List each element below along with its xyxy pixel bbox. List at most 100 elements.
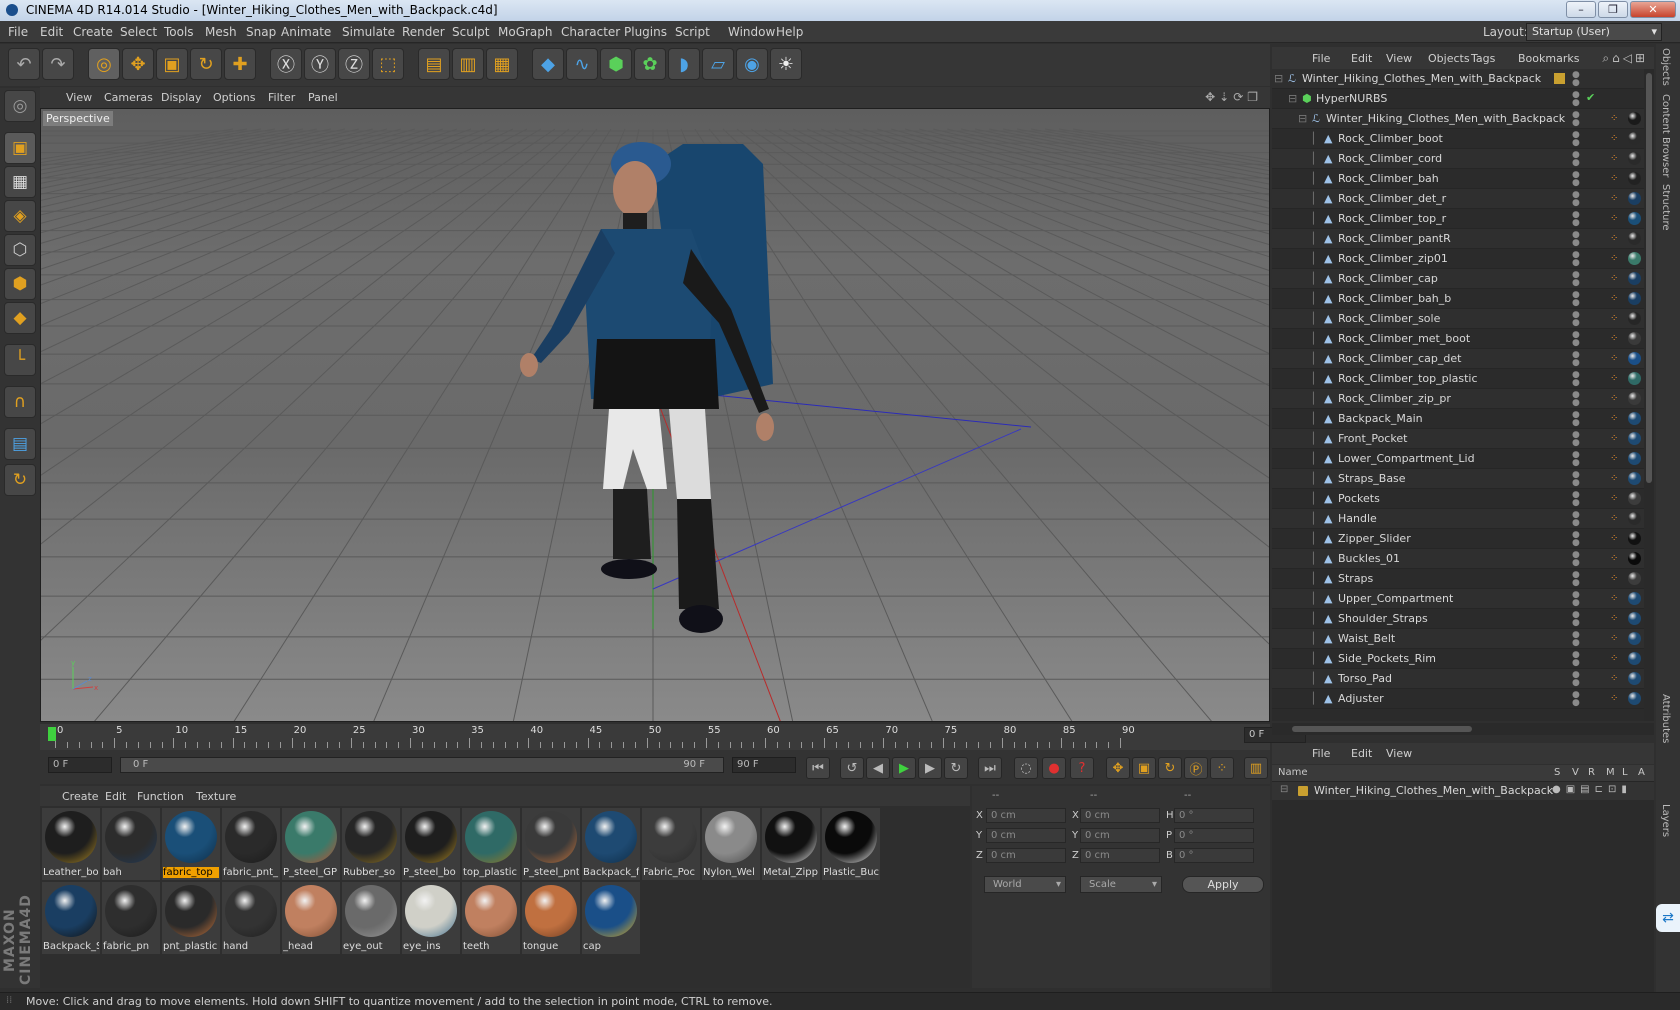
phong-tag-icon[interactable]: ⁘ [1610,433,1618,444]
menu-create[interactable]: Create [73,25,113,39]
object-row[interactable]: │ ▲ Waist_Belt ● ● ⁘ [1272,629,1644,649]
object-row[interactable]: │ ▲ Rock_Climber_pantR ● ● ⁘ [1272,229,1644,249]
material-swatch[interactable]: eye_ins [402,882,460,954]
size-field[interactable]: 0 cm [1080,808,1160,823]
visibility-dots-icon[interactable]: ● ● [1572,411,1580,428]
material-swatch[interactable]: Leather_bo [42,808,100,880]
autokey-icon[interactable]: ● [1042,757,1066,779]
array-icon[interactable]: ✿ [634,48,666,80]
visibility-dots-icon[interactable]: ● ● [1572,591,1580,608]
object-name[interactable]: Adjuster [1338,692,1384,705]
visibility-dots-icon[interactable]: ● ● [1572,251,1580,268]
snap-magnet-icon[interactable]: ∩ [4,386,36,418]
material-tag-icon[interactable] [1628,272,1641,285]
object-manager-hscrollbar[interactable] [1272,723,1654,735]
minimize-button[interactable]: – [1566,1,1596,18]
rotation-field[interactable]: 0 ° [1174,808,1254,823]
material-tag-icon[interactable] [1628,252,1641,265]
object-row[interactable]: │ ▲ Rock_Climber_bah ● ● ⁘ [1272,169,1644,189]
spline-pen-icon[interactable]: ∿ [566,48,598,80]
material-tag-icon[interactable] [1628,412,1641,425]
axis-mode-icon[interactable]: └ [4,344,36,376]
previous-frame-icon[interactable]: ◀ [866,757,890,779]
next-frame-icon[interactable]: ▶ [918,757,942,779]
redo-icon[interactable]: ↷ [42,48,74,80]
object-menu-edit[interactable]: Edit [1351,52,1372,65]
object-name[interactable]: Upper_Compartment [1338,592,1453,605]
material-menu-edit[interactable]: Edit [105,790,126,803]
texture-mode-icon[interactable]: ▦ [4,166,36,198]
object-row[interactable]: │ ▲ Rock_Climber_top_r ● ● ⁘ [1272,209,1644,229]
object-row[interactable]: │ ▲ Rock_Climber_cap_det ● ● ⁘ [1272,349,1644,369]
phong-tag-icon[interactable]: ⁘ [1610,493,1618,504]
locked-workplane-icon[interactable]: ↻ [4,464,36,496]
material-menu-function[interactable]: Function [137,790,184,803]
material-swatch[interactable]: fabric_pn [102,882,160,954]
viewport-menu-view[interactable]: View [66,91,92,104]
menu-sculpt[interactable]: Sculpt [452,25,489,39]
phong-tag-icon[interactable]: ⁘ [1610,193,1618,204]
undo-icon[interactable]: ↶ [8,48,40,80]
material-swatch[interactable]: _head [282,882,340,954]
material-tag-icon[interactable] [1628,672,1641,685]
material-tag-icon[interactable] [1628,452,1641,465]
visibility-dots-icon[interactable]: ● ● [1572,291,1580,308]
object-row[interactable]: ⊟ ℒ Winter_Hiking_Clothes_Men_with_Backpac… [1272,109,1644,129]
size-field[interactable]: 0 cm [1080,848,1160,863]
phong-tag-icon[interactable]: ⁘ [1610,653,1618,664]
play-icon[interactable]: ▶ [892,757,916,779]
object-name[interactable]: Rock_Climber_cord [1338,152,1442,165]
hscrollbar-thumb[interactable] [1292,726,1472,732]
object-row[interactable]: │ ▲ Rock_Climber_top_plastic ● ● ⁘ [1272,369,1644,389]
material-swatch[interactable]: fabric_pnt_ [222,808,280,880]
position-key-icon[interactable]: ✥ [1106,757,1130,779]
object-name[interactable]: Waist_Belt [1338,632,1395,645]
material-swatch[interactable]: pnt_plastic [162,882,220,954]
material-tag-icon[interactable] [1628,212,1641,225]
visibility-dots-icon[interactable]: ● ● [1572,531,1580,548]
material-swatch[interactable]: teeth [462,882,520,954]
material-tag-icon[interactable] [1628,172,1641,185]
side-tab-content-browser[interactable]: Content Browser [1660,94,1671,177]
end-frame-field[interactable]: 90 F [732,757,796,773]
make-editable-icon[interactable]: ◎ [4,90,36,122]
y-axis-icon[interactable]: Ⓨ [304,48,336,80]
viewport-menu-display[interactable]: Display [161,91,202,104]
viewport-menu-options[interactable]: Options [213,91,255,104]
edit-render-settings-icon[interactable]: ▦ [486,48,518,80]
material-menu-texture[interactable]: Texture [196,790,236,803]
coordinate-system-icon[interactable]: ⬚ [372,48,404,80]
menu-edit[interactable]: Edit [40,25,63,39]
teamviewer-icon[interactable]: ⇄ [1656,904,1680,932]
object-name[interactable]: Front_Pocket [1338,432,1407,445]
position-field[interactable]: 0 cm [986,808,1066,823]
material-tag-icon[interactable] [1628,292,1641,305]
layer-menu-view[interactable]: View [1386,747,1412,760]
material-swatch[interactable]: P_steel_pnt [522,808,580,880]
layer-flags-icons[interactable]: ●▣▤⊏⊡▮ [1552,784,1632,795]
go-to-end-icon[interactable]: ⏭ [978,757,1002,779]
object-row[interactable]: │ ▲ Buckles_01 ● ● ⁘ [1272,549,1644,569]
layer-menu-edit[interactable]: Edit [1351,747,1372,760]
material-tag-icon[interactable] [1628,492,1641,505]
object-manager-scrollbar[interactable] [1644,69,1654,721]
visibility-dots-icon[interactable]: ● ● [1572,331,1580,348]
cube-icon[interactable]: ◆ [532,48,564,80]
menu-render[interactable]: Render [402,25,445,39]
coord-system-dropdown[interactable]: World ▾ [984,876,1066,893]
rotate-icon[interactable]: ↻ [190,48,222,80]
menu-plugins[interactable]: Plugins [624,25,667,39]
material-tag-icon[interactable] [1628,612,1641,625]
perspective-viewport[interactable]: Perspective y x z [40,108,1270,722]
material-swatch[interactable]: fabric_top [162,808,220,880]
phong-tag-icon[interactable]: ⁘ [1610,533,1618,544]
object-name[interactable]: Rock_Climber_top_plastic [1338,372,1478,385]
visibility-dots-icon[interactable]: ● ● [1572,91,1580,108]
object-row[interactable]: │ ▲ Rock_Climber_det_r ● ● ⁘ [1272,189,1644,209]
material-tag-icon[interactable] [1628,312,1641,325]
object-name[interactable]: Rock_Climber_pantR [1338,232,1451,245]
move-icon[interactable]: ✥ [122,48,154,80]
layer-manager-list[interactable]: ⊟ Winter_Hiking_Clothes_Men_with_Backpac… [1272,782,1654,994]
object-name[interactable]: Rock_Climber_boot [1338,132,1443,145]
phong-tag-icon[interactable]: ⁘ [1610,393,1618,404]
